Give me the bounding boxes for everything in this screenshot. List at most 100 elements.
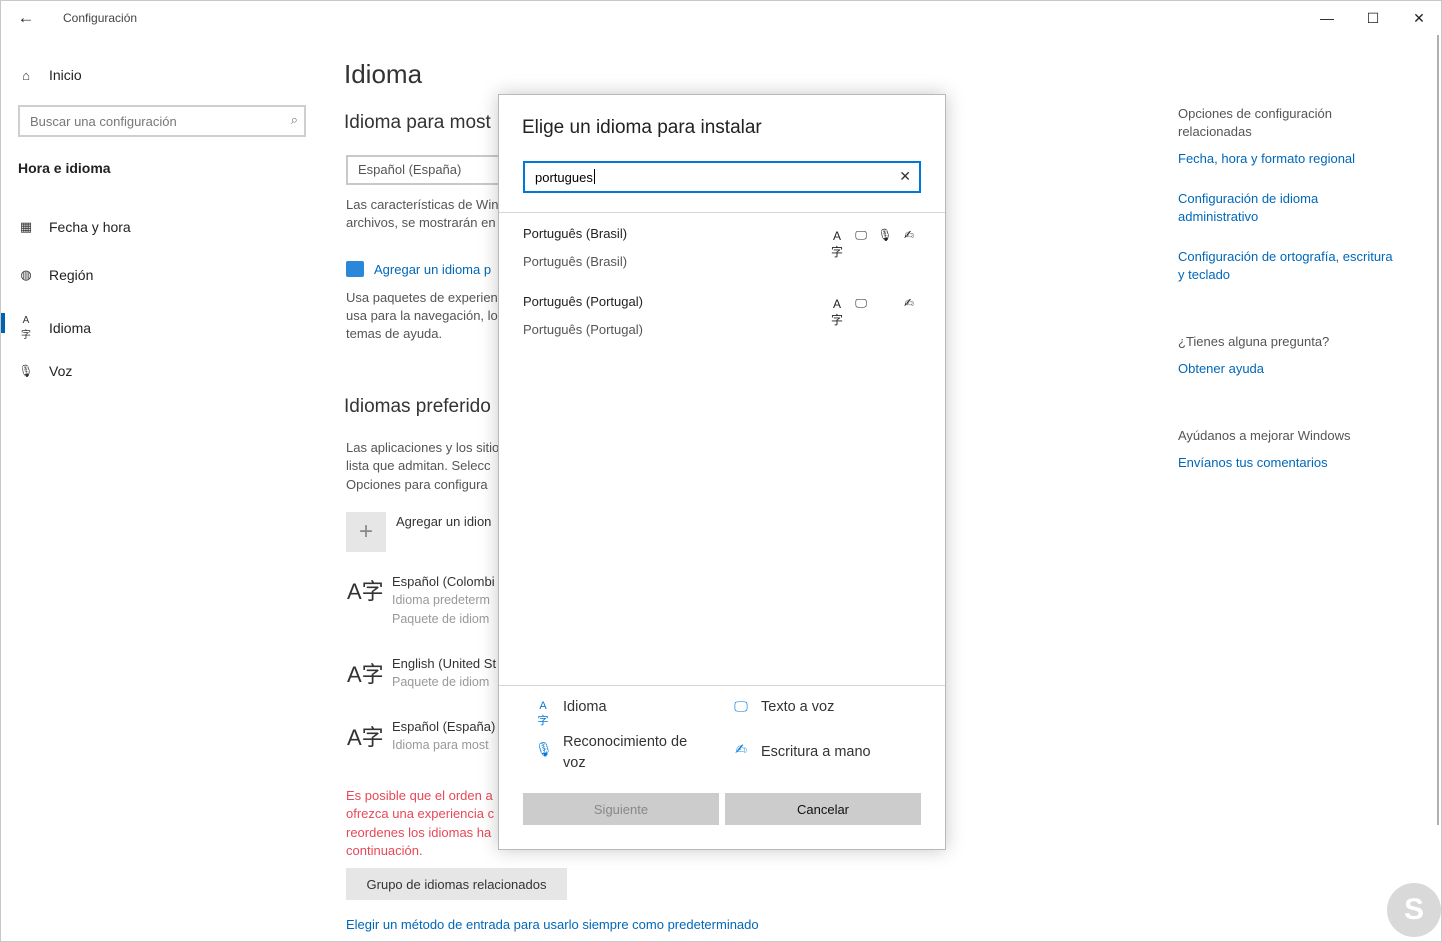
sidebar-item-voz[interactable]: 🎙 Voz <box>18 363 72 379</box>
related-heading: relacionadas <box>1178 124 1252 139</box>
warning-line: continuación. <box>346 843 423 858</box>
legend-speech: voz <box>563 755 586 771</box>
legend-handwriting: Escritura a mano <box>761 744 871 760</box>
language-item-sub: Paquete de idiom <box>392 675 490 689</box>
display-desc-line: archivos, se mostrarán en <box>346 215 496 230</box>
store-desc-line: Usa paquetes de experien <box>346 290 498 305</box>
speech-recognition-icon: 🎙 <box>877 228 893 242</box>
dialog-divider <box>499 685 945 686</box>
display-desc-line: Las características de Win <box>346 197 499 212</box>
close-button[interactable]: ✕ <box>1396 1 1441 35</box>
handwriting-icon: ✍ <box>903 228 915 242</box>
clear-icon[interactable]: ✕ <box>899 168 911 185</box>
language-item-sub: Idioma para most <box>392 738 489 752</box>
preferred-languages-heading: Idiomas preferido <box>344 396 491 417</box>
minimize-button[interactable]: — <box>1304 1 1350 35</box>
admin-language-link[interactable]: administrativo <box>1178 208 1258 226</box>
sidebar-item-idioma[interactable]: A字 Idioma <box>18 315 91 341</box>
language-item-sub: Paquete de idiom <box>392 612 490 626</box>
text-to-speech-icon: 🖵 <box>855 228 867 242</box>
language-search-input[interactable]: portugues ✕ <box>523 161 921 193</box>
sidebar-item-label: Fecha y hora <box>49 219 131 235</box>
active-indicator <box>1 313 5 333</box>
store-icon <box>346 261 364 277</box>
display-language-heading: Idioma para most <box>344 112 491 133</box>
legend-tts: Texto a voz <box>761 699 835 715</box>
text-to-speech-icon: 🖵 <box>734 698 748 714</box>
search-icon[interactable]: ⌕ <box>291 112 298 128</box>
display-language-dropdown[interactable]: Español (España) <box>346 155 506 185</box>
page-title: Idioma <box>344 59 423 89</box>
sidebar-item-label: Región <box>49 267 94 283</box>
result-item-name[interactable]: Português (Brasil) <box>523 226 627 241</box>
sidebar-home[interactable]: ⌂ Inicio <box>18 67 82 83</box>
sidebar-item-region[interactable]: ◍ Región <box>18 267 93 283</box>
spelling-typing-link[interactable]: y teclado <box>1178 266 1230 284</box>
store-language-link[interactable]: Agregar un idioma p <box>374 262 491 277</box>
watermark-logo: S <box>1387 883 1441 937</box>
related-heading: Opciones de configuración <box>1178 106 1332 121</box>
maximize-button[interactable]: ☐ <box>1350 1 1396 35</box>
result-item-name[interactable]: Português (Portugal) <box>523 294 643 309</box>
language-item-name[interactable]: Español (España) <box>392 719 495 734</box>
sidebar-item-fecha-y-hora[interactable]: ▦ Fecha y hora <box>18 219 131 235</box>
warning-line: reordenes los idiomas ha <box>346 825 492 840</box>
sidebar-home-label: Inicio <box>49 67 82 83</box>
result-item-native: Português (Portugal) <box>523 322 643 337</box>
cancel-button[interactable]: Cancelar <box>725 793 921 825</box>
date-time-format-link[interactable]: Fecha, hora y formato regional <box>1178 150 1355 168</box>
language-icon: A字 <box>347 662 384 687</box>
admin-language-link[interactable]: Configuración de idioma <box>1178 190 1318 208</box>
preferred-desc-line: Opciones para configura <box>346 477 488 492</box>
legend-speech: Reconocimiento de <box>563 734 688 750</box>
store-desc-line: usa para la navegación, lo <box>346 308 498 323</box>
handwriting-icon: ✍ <box>903 296 915 310</box>
plus-icon: + <box>358 518 373 545</box>
language-icon: A字 <box>347 725 384 750</box>
warning-line: ofrezca una experiencia c <box>346 806 495 821</box>
next-button[interactable]: Siguiente <box>523 793 719 825</box>
speech-recognition-icon: 🎙 <box>535 741 553 757</box>
related-language-group-button[interactable]: Grupo de idiomas relacionados <box>346 868 567 900</box>
handwriting-icon: ✍ <box>735 741 747 757</box>
calendar-clock-icon: ▦ <box>19 219 33 234</box>
question-heading: ¿Tienes alguna pregunta? <box>1178 334 1330 349</box>
preferred-desc-line: lista que admitan. Selecc <box>346 458 491 473</box>
language-globe-icon: A字 <box>347 579 384 604</box>
text-to-speech-icon: 🖵 <box>855 296 867 310</box>
language-item-sub: Idioma predeterm <box>392 593 490 607</box>
back-arrow-icon[interactable]: ← <box>13 7 39 29</box>
language-pack-icon: A字 <box>537 700 549 727</box>
microphone-icon: 🎙 <box>18 364 34 378</box>
dialog-divider <box>499 212 945 213</box>
improve-heading: Ayúdanos a mejorar Windows <box>1178 428 1351 443</box>
sidebar-item-label: Idioma <box>49 320 92 336</box>
get-help-link[interactable]: Obtener ayuda <box>1178 360 1264 378</box>
sidebar-section-title: Hora e idioma <box>18 160 111 176</box>
legend-language: Idioma <box>563 699 607 715</box>
window-title: Configuración <box>63 11 138 25</box>
sidebar-item-label: Voz <box>49 363 73 379</box>
search-value: portugues <box>535 170 593 185</box>
search-input[interactable]: Buscar una configuración ⌕ <box>18 105 306 137</box>
spelling-typing-link[interactable]: Configuración de ortografía, escritura <box>1178 248 1393 266</box>
store-desc-line: temas de ayuda. <box>346 326 443 341</box>
dialog-title: Elige un idioma para instalar <box>522 117 762 138</box>
language-item-name[interactable]: English (United St <box>392 656 496 671</box>
result-item-native: Português (Brasil) <box>523 254 628 269</box>
globe-icon: ◍ <box>20 267 32 282</box>
home-icon: ⌂ <box>22 67 30 83</box>
install-language-dialog: Elige un idioma para instalar portugues … <box>498 94 946 850</box>
input-method-link[interactable]: Elegir un método de entrada para usarlo … <box>346 917 759 932</box>
scrollbar-thumb[interactable] <box>1437 35 1439 825</box>
feedback-link[interactable]: Envíanos tus comentarios <box>1178 454 1328 472</box>
language-item-name[interactable]: Español (Colombi <box>392 574 495 589</box>
preferred-desc-line: Las aplicaciones y los sitio <box>346 440 500 455</box>
add-language-button[interactable]: + <box>346 512 386 552</box>
language-pack-icon: A字 <box>830 297 843 327</box>
scrollbar[interactable] <box>1433 35 1441 855</box>
settings-window: ← Configuración — ☐ ✕ ⌂ Inicio Buscar un… <box>0 0 1442 942</box>
language-icon: A字 <box>21 315 31 341</box>
language-pack-icon: A字 <box>830 229 843 259</box>
add-language-label[interactable]: Agregar un idion <box>396 514 491 529</box>
